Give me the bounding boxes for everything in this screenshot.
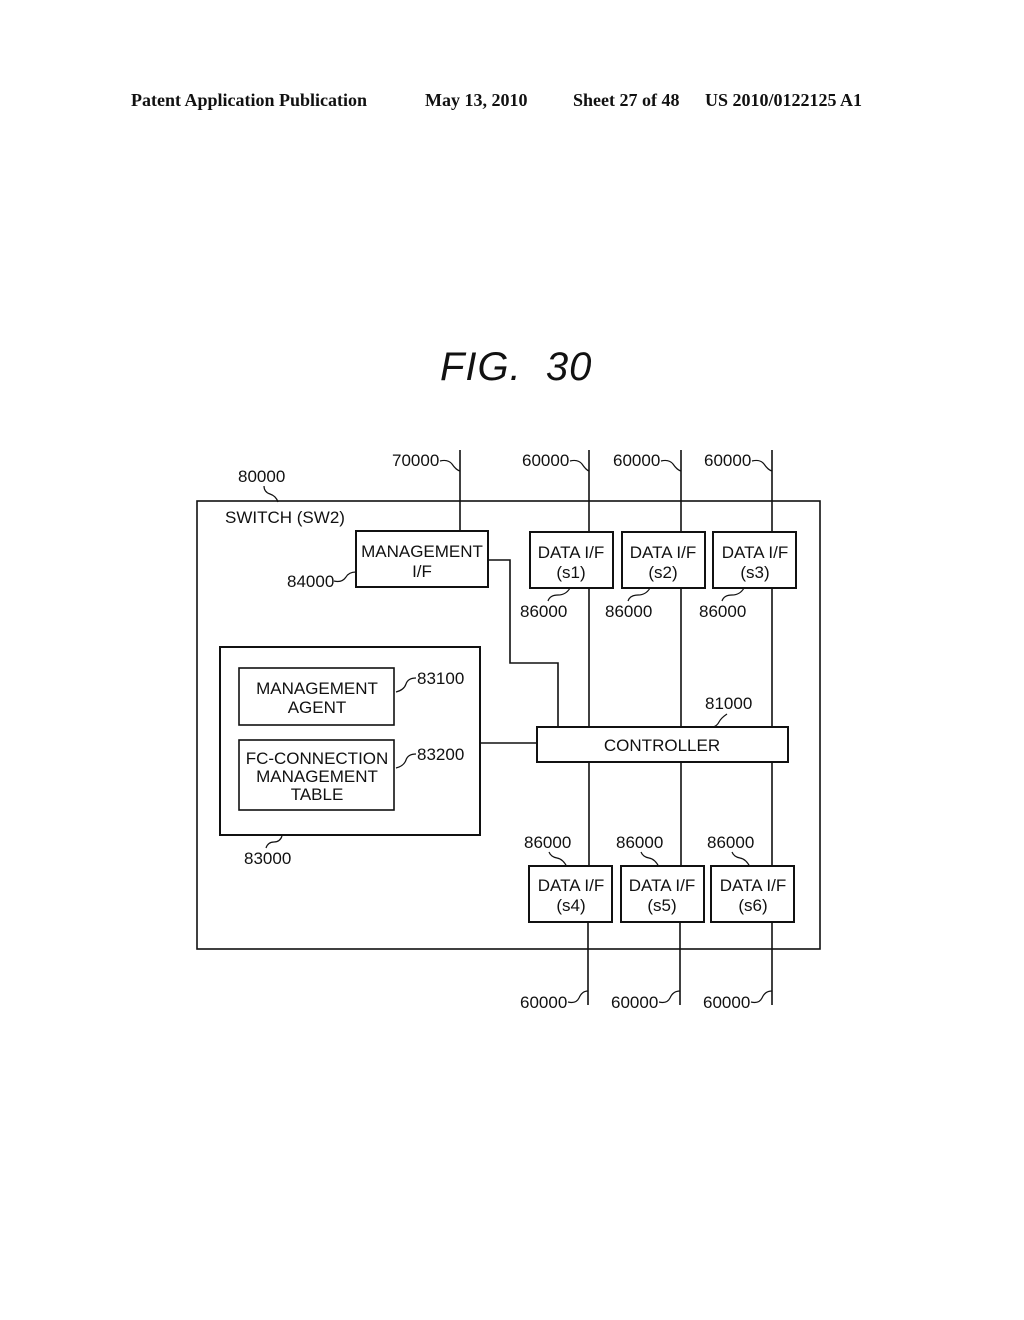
data-if-id: (s5) — [647, 896, 676, 915]
data-if-ref-s3: 86000 — [699, 602, 746, 621]
controller-label: CONTROLLER — [604, 736, 720, 755]
management-agent-ref: 83100 — [417, 669, 464, 688]
data-if-id: (s4) — [556, 896, 585, 915]
management-if-label-2: I/F — [412, 562, 432, 581]
network-ref-s1: 60000 — [522, 451, 569, 470]
leader — [439, 459, 461, 472]
data-if-ref-s4: 86000 — [524, 833, 571, 852]
network-ref-s6: 60000 — [703, 993, 750, 1012]
data-if-id: (s2) — [648, 563, 677, 582]
data-if-s4: DATA I/F (s4) — [528, 865, 613, 923]
management-agent-label-1: MANAGEMENT — [256, 679, 378, 698]
data-if-label: DATA I/F — [629, 876, 695, 895]
data-if-label: DATA I/F — [720, 876, 786, 895]
leader — [751, 459, 773, 472]
switch-label: SWITCH (SW2) — [225, 508, 345, 527]
switch-ref: 80000 — [238, 467, 285, 486]
data-if-ref-s5: 86000 — [616, 833, 663, 852]
network-ref-s4: 60000 — [520, 993, 567, 1012]
leader — [750, 990, 773, 1004]
data-if-id: (s6) — [738, 896, 767, 915]
switch-diagram: SWITCH (SW2) 80000 70000 60000 60000 600… — [196, 450, 821, 1012]
data-if-label: DATA I/F — [630, 543, 696, 562]
management-agent-label-2: AGENT — [288, 698, 347, 717]
data-if-id: (s3) — [740, 563, 769, 582]
memory-ref: 83000 — [244, 849, 291, 868]
data-if-ref-s2: 86000 — [605, 602, 652, 621]
controller-ref: 81000 — [705, 694, 752, 713]
data-if-label: DATA I/F — [538, 543, 604, 562]
network-ref-s5: 60000 — [611, 993, 658, 1012]
data-if-s3: DATA I/F (s3) — [712, 531, 797, 589]
leader — [569, 459, 590, 472]
fc-table-label-2: MANAGEMENT — [256, 767, 378, 786]
leader — [660, 459, 682, 472]
leader — [658, 990, 681, 1004]
data-if-s6: DATA I/F (s6) — [710, 865, 795, 923]
data-if-ref-s6: 86000 — [707, 833, 754, 852]
management-network-ref: 70000 — [392, 451, 439, 470]
data-if-label: DATA I/F — [538, 876, 604, 895]
management-if-ref: 84000 — [287, 572, 334, 591]
network-ref-s2: 60000 — [613, 451, 660, 470]
data-if-ref-s1: 86000 — [520, 602, 567, 621]
data-if-label: DATA I/F — [722, 543, 788, 562]
fc-table-ref: 83200 — [417, 745, 464, 764]
data-if-s2: DATA I/F (s2) — [621, 531, 706, 589]
leader — [567, 990, 589, 1004]
data-if-id: (s1) — [556, 563, 585, 582]
fc-table-label-3: TABLE — [291, 785, 344, 804]
fc-table-label-1: FC-CONNECTION — [246, 749, 389, 768]
network-ref-s3: 60000 — [704, 451, 751, 470]
switch-leader — [263, 485, 279, 503]
management-if-label-1: MANAGEMENT — [361, 542, 483, 561]
data-if-s1: DATA I/F (s1) — [529, 531, 614, 589]
data-if-s5: DATA I/F (s5) — [620, 865, 705, 923]
